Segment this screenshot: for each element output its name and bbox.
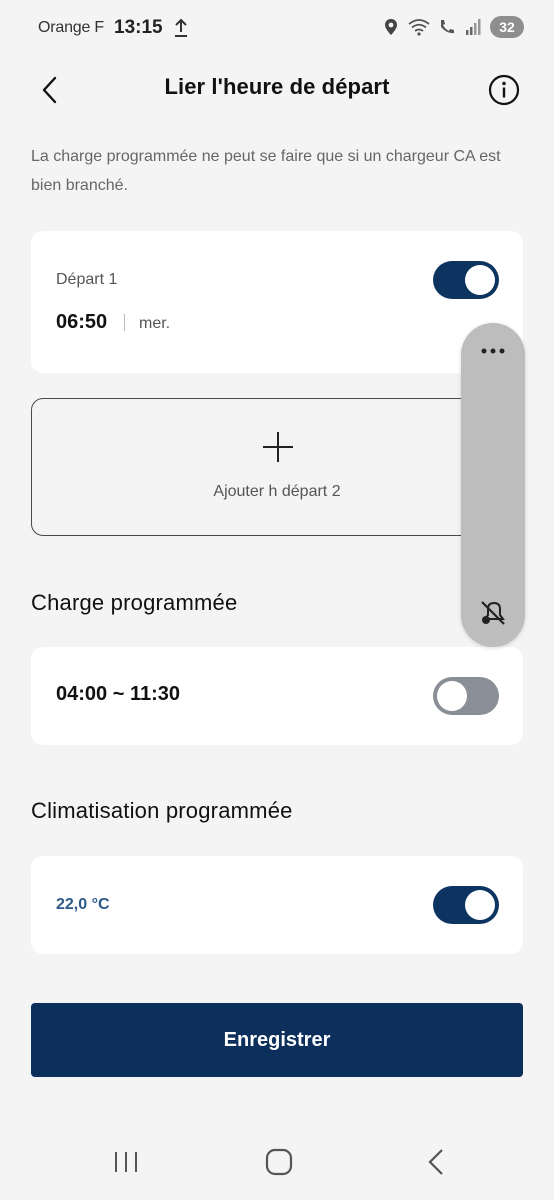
floating-edge-panel[interactable] (461, 323, 525, 647)
departure-1-card[interactable]: Départ 1 06:50 mer. (31, 231, 523, 373)
departure-1-toggle[interactable] (433, 261, 499, 299)
plus-icon (263, 432, 293, 462)
battery-icon: 32 (490, 16, 524, 38)
page-title: Lier l'heure de départ (164, 74, 390, 99)
charge-time-range: 04:00 ~ 11:30 (56, 683, 180, 705)
scheduled-charge-toggle[interactable] (433, 677, 499, 715)
info-button[interactable] (484, 70, 524, 110)
departure-time: 06:50 (56, 311, 108, 333)
scheduled-climate-card[interactable]: 22,0 °C (31, 856, 523, 954)
more-horizontal-icon[interactable] (479, 345, 507, 357)
upload-icon (174, 18, 187, 37)
climate-temperature: 22,0 °C (56, 896, 110, 913)
scheduled-climate-title: Climatisation programmée (31, 798, 293, 823)
divider (124, 314, 125, 331)
home-icon[interactable] (264, 1147, 294, 1177)
recents-icon[interactable] (112, 1148, 140, 1176)
wifi-6e-icon (408, 19, 430, 36)
scheduled-charge-title: Charge programmée (31, 590, 238, 615)
app-header: Lier l'heure de départ (0, 60, 554, 120)
status-bar: Orange F 13:15 32 (0, 0, 554, 56)
carrier-name: Orange F (38, 19, 104, 36)
add-departure-2-button[interactable]: Ajouter h départ 2 (31, 398, 523, 536)
toggle-knob (437, 681, 467, 711)
system-nav-bar (0, 1130, 554, 1200)
info-icon (488, 74, 520, 106)
scheduled-climate-toggle[interactable] (433, 886, 499, 924)
toggle-knob (465, 265, 495, 295)
wifi-call-icon (441, 20, 454, 34)
add-departure-label: Ajouter h départ 2 (213, 483, 341, 500)
status-time: 13:15 (114, 17, 163, 38)
departure-label: Départ 1 (56, 271, 118, 288)
save-button[interactable]: Enregistrer (31, 1003, 523, 1077)
status-icons: 32 (382, 16, 524, 38)
ac-charger-note: La charge programmée ne peut se faire qu… (31, 148, 501, 194)
back-icon[interactable] (424, 1146, 448, 1178)
departure-day: mer. (139, 315, 171, 332)
signal-icon (466, 19, 481, 35)
scheduled-charge-card[interactable]: 04:00 ~ 11:30 (31, 647, 523, 745)
location-icon (385, 19, 397, 35)
toggle-knob (465, 890, 495, 920)
mute-notifications-icon[interactable] (479, 599, 507, 627)
